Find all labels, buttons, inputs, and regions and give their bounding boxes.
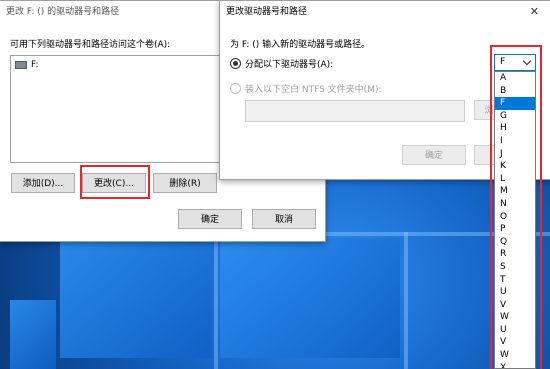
list-item-label: F: <box>31 60 39 70</box>
add-button[interactable]: 添加(D)... <box>11 173 75 193</box>
radio-empty-icon <box>230 83 241 94</box>
dialog-title: 更改驱动器号和路径 <box>226 7 308 17</box>
drive-letter-highlight <box>490 45 542 369</box>
close-icon[interactable]: ✕ <box>530 5 539 18</box>
cancel-button[interactable]: 取消 <box>252 209 316 229</box>
folder-path-input[interactable] <box>245 100 465 122</box>
ok-button[interactable]: 确定 <box>178 209 242 229</box>
list-item[interactable]: F: <box>15 60 39 70</box>
assign-letter-radio[interactable]: 分配以下驱动器号(A): <box>230 57 333 70</box>
remove-button[interactable]: 删除(R) <box>153 173 217 193</box>
assign-letter-label: 分配以下驱动器号(A): <box>245 60 334 70</box>
change-button-highlight <box>80 165 150 199</box>
volume-paths-label: 可用下列驱动器号和路径访问这个卷(A): <box>10 40 171 50</box>
ok-button[interactable]: 确定 <box>402 145 466 165</box>
mount-folder-radio[interactable]: 装入以下空白 NTFS 文件夹中(M): <box>230 82 382 95</box>
mount-folder-label: 装入以下空白 NTFS 文件夹中(M): <box>245 85 382 95</box>
prompt-text: 为 F: () 输入新的驱动器号或路径。 <box>230 40 371 50</box>
radio-selected-icon <box>230 58 241 69</box>
drive-icon <box>15 61 27 69</box>
